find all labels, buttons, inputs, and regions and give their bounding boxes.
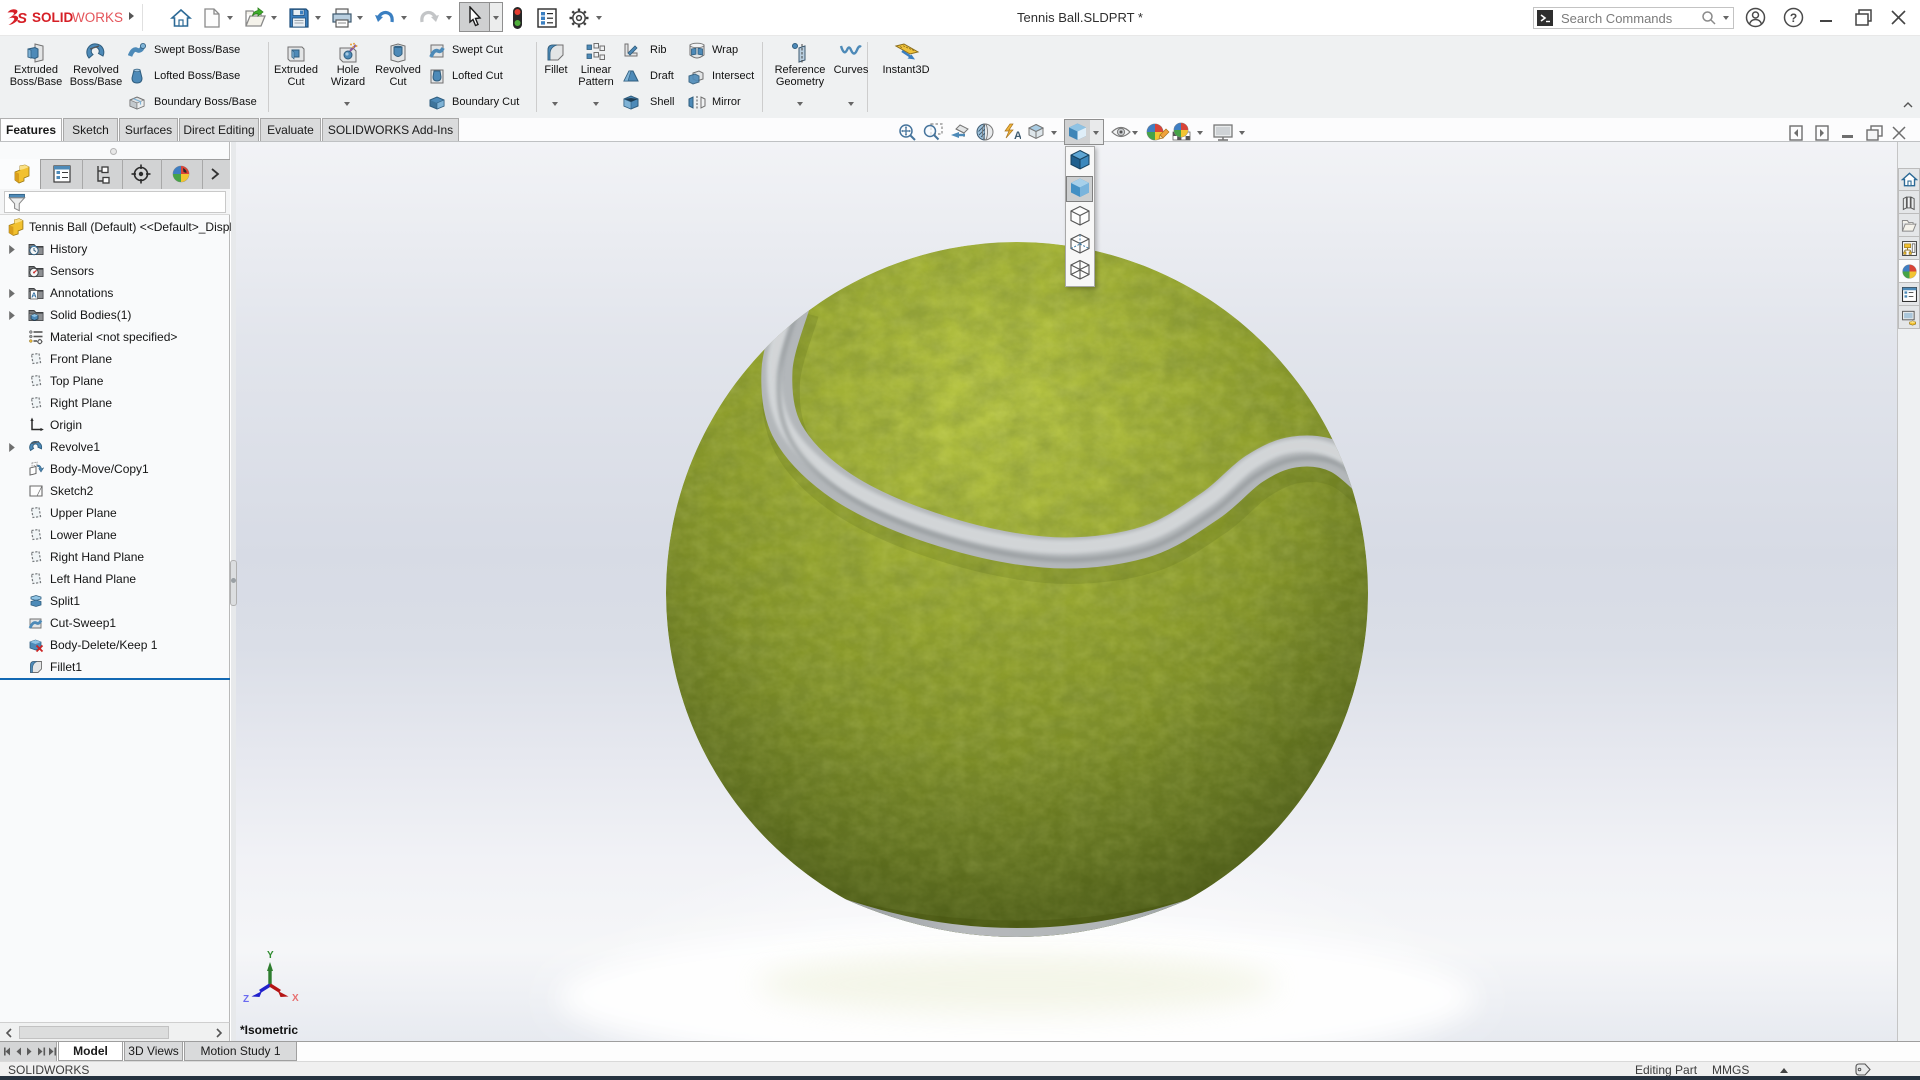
svg-text:A: A [1014,130,1021,141]
svg-text:Z: Z [243,994,249,1005]
svg-text:?: ? [1790,11,1797,25]
svg-text:SOLID: SOLID [32,10,74,25]
svg-text:X: X [292,993,299,1004]
svg-text:Y: Y [267,950,274,961]
svg-text:WORKS: WORKS [72,10,123,25]
svg-text:S: S [17,10,27,27]
